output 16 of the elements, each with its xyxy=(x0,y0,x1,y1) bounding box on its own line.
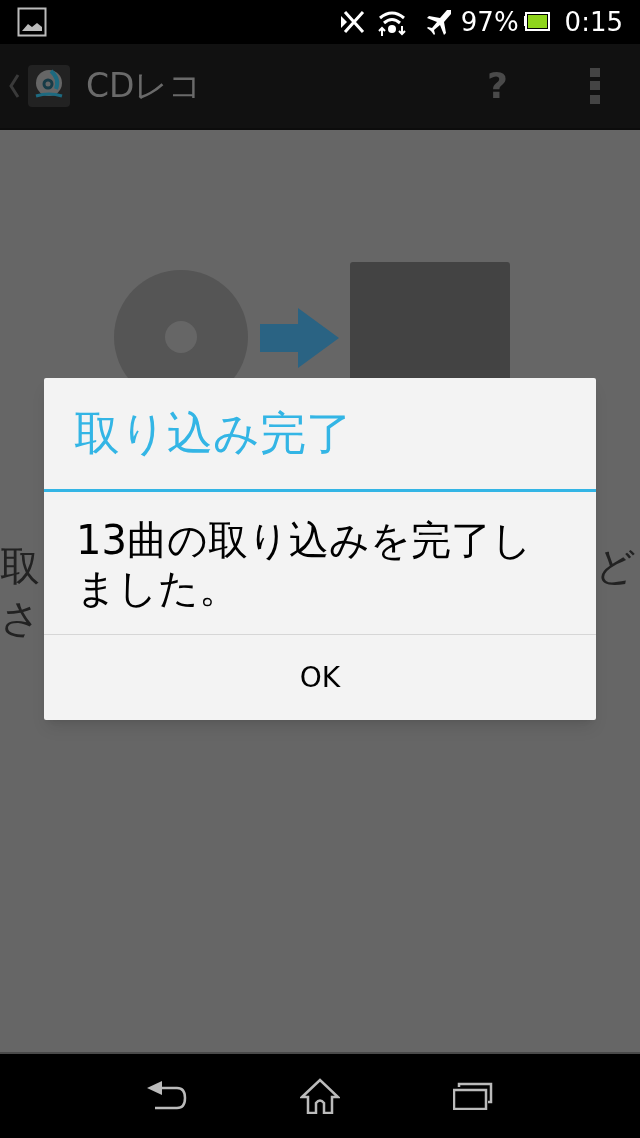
home-icon[interactable] xyxy=(300,1078,340,1114)
ok-button[interactable]: OK xyxy=(44,635,596,720)
wifi-icon xyxy=(376,8,407,36)
dialog-message: 13曲の取り込みを完了しました。 xyxy=(76,516,533,612)
recent-apps-icon[interactable] xyxy=(453,1082,494,1110)
battery-percent: 97% xyxy=(460,9,519,35)
app-logo-icon xyxy=(28,65,70,107)
battery-icon xyxy=(522,11,551,33)
clock: 0:15 xyxy=(564,9,623,35)
app-title: CDレコ xyxy=(86,65,203,108)
dialog-title: 取り込み完了 xyxy=(74,405,352,462)
background-text: さ xyxy=(0,594,41,643)
background-text: ど xyxy=(595,542,636,591)
background-text: 取 xyxy=(0,542,41,591)
back-icon[interactable] xyxy=(146,1081,187,1111)
gallery-notification-icon xyxy=(17,7,47,37)
